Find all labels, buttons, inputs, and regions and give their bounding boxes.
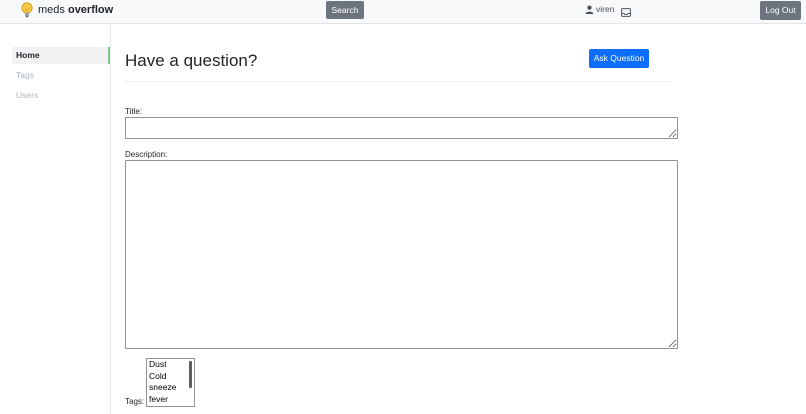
tags-field-label: Tags: bbox=[125, 397, 145, 406]
tag-option-sneeze[interactable]: sneeze bbox=[147, 382, 194, 394]
top-navbar: meds overflow Search viren Log Out bbox=[0, 0, 806, 24]
ask-question-button[interactable]: Ask Question bbox=[589, 49, 649, 68]
page-title: Have a question? bbox=[125, 51, 258, 70]
user-profile-link[interactable]: viren bbox=[585, 4, 614, 14]
sidebar-item-users[interactable]: Users bbox=[12, 87, 110, 104]
tags-multiselect[interactable]: Dust Cold sneeze fever bbox=[146, 358, 195, 407]
username-label: viren bbox=[596, 4, 615, 14]
sidebar-divider bbox=[110, 24, 111, 414]
header-divider bbox=[125, 81, 672, 82]
tags-scrollbar[interactable] bbox=[189, 361, 192, 388]
description-textarea[interactable] bbox=[125, 160, 678, 349]
sidebar-item-home[interactable]: Home bbox=[12, 47, 110, 64]
brand-name: meds overflow bbox=[38, 4, 114, 16]
tag-option-fever[interactable]: fever bbox=[147, 394, 194, 406]
logout-button[interactable]: Log Out bbox=[760, 1, 801, 20]
lightbulb-icon bbox=[20, 1, 34, 19]
tag-option-cold[interactable]: Cold bbox=[147, 371, 194, 383]
tag-option-dust[interactable]: Dust bbox=[147, 359, 194, 371]
sidebar-item-tags[interactable]: Tags bbox=[12, 67, 110, 84]
title-input[interactable] bbox=[125, 117, 678, 139]
search-button[interactable]: Search bbox=[326, 1, 364, 19]
description-field-label: Description: bbox=[125, 150, 168, 159]
user-icon bbox=[585, 5, 594, 14]
sidebar-nav: Home Tags Users bbox=[12, 47, 110, 107]
inbox-icon[interactable] bbox=[621, 4, 631, 17]
title-field-label: Title: bbox=[125, 107, 143, 116]
brand-logo[interactable]: meds overflow bbox=[20, 1, 113, 19]
